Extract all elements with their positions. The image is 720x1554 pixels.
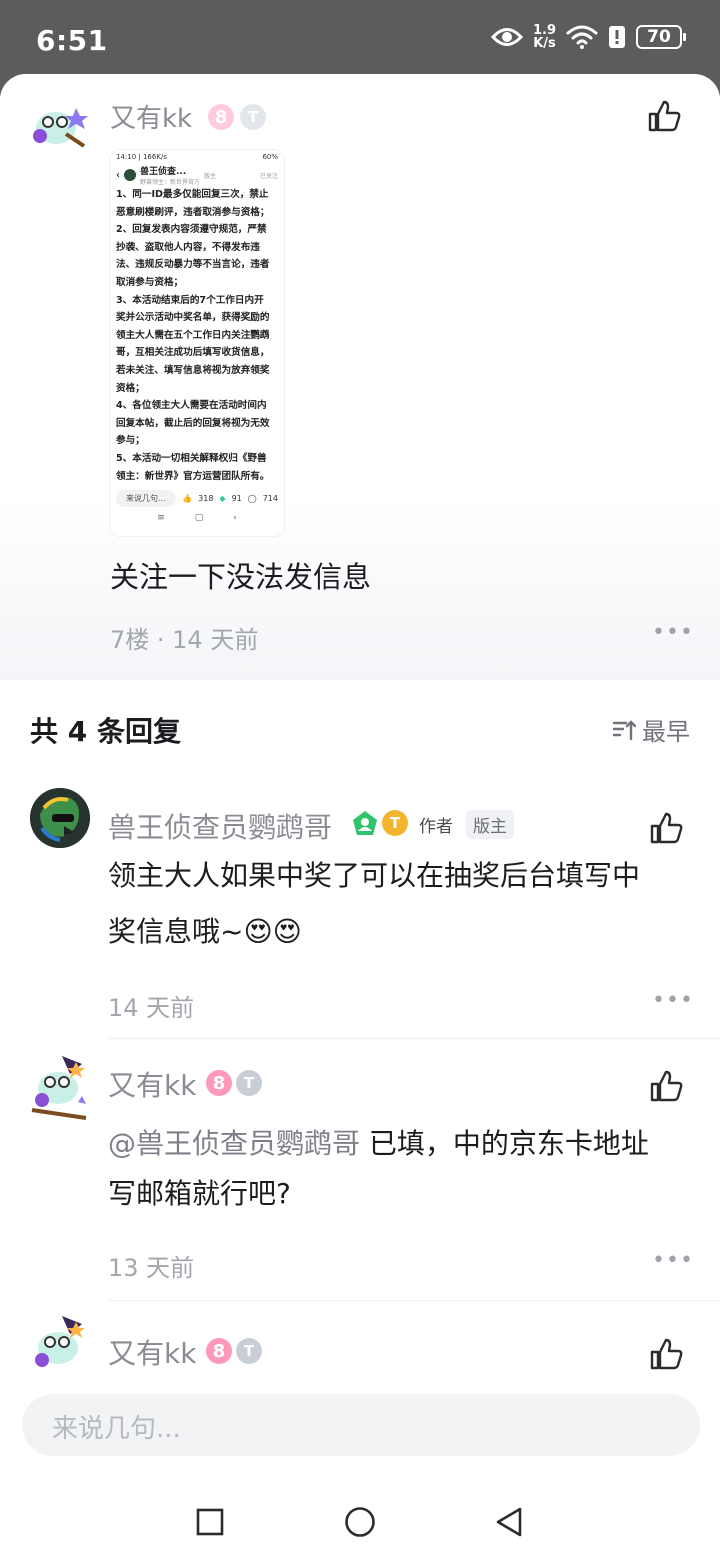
t-coin-gold-icon: T [382,810,408,836]
image-subtitle: 野兽领主：新世界官方 [140,179,201,186]
reply-avatar[interactable] [30,788,90,848]
post-author-avatar[interactable] [26,100,92,150]
image-home-icon: ▢ [194,513,204,523]
divider [108,1300,720,1301]
image-avatar [124,169,136,181]
reply-avatar[interactable] [26,1052,96,1122]
level-badge: 8 [206,1338,232,1364]
network-speed-unit: K/s [533,36,556,51]
sort-button[interactable]: 最早 [612,712,690,747]
t-coin-icon: T [236,1338,262,1364]
post-text: 关注一下没法发信息 [110,560,372,594]
status-icons: 1.9 K/s 70 [490,24,686,50]
reply-item: 兽王侦查员鹦鹉哥 T 作者 版主 领主大人如果中奖了可以在抽奖后台填写中 奖信息… [0,780,720,1038]
level-badge: 8 [206,1070,232,1096]
status-time: 6:51 [36,24,108,57]
battery-indicator: 70 [636,25,686,49]
sort-icon [612,719,636,740]
replies-count-title: 共 4 条回复 [30,715,181,748]
comment-input[interactable]: 来说几句... [22,1394,700,1456]
reply-meta: 14 天前 [108,994,195,1022]
reply-text-line-2: 奖信息哦~ [108,915,244,948]
reply-text-line-1: 领主大人如果中奖了可以在抽奖后台填写中 [108,859,641,892]
back-icon[interactable] [494,1506,524,1538]
like-icon[interactable] [648,1336,684,1372]
like-icon[interactable] [648,1068,684,1104]
system-nav-bar [0,1480,720,1554]
like-icon[interactable] [646,98,682,134]
alert-icon [609,26,625,48]
moderator-icon [353,811,377,835]
reply-sheet: 又有kk 8 T 14:10 | 166K/s 60% ‹ 兽王侦查... 野兽… [0,74,720,1554]
reply-avatar[interactable] [26,1312,96,1372]
like-icon[interactable] [648,810,684,846]
image-status-right: 60% [262,153,278,161]
divider [108,1038,720,1039]
reply-author-name[interactable]: 又有kk [108,1332,196,1372]
mention-link[interactable]: @兽王侦查员鹦鹉哥 [108,1127,360,1160]
image-likes: 318 [198,494,214,503]
image-gems: 91 [231,494,242,503]
recents-icon[interactable] [196,1508,224,1536]
image-like-icon: 👍 [182,494,193,503]
status-bar: 6:51 1.9 K/s 70 [0,0,720,82]
sort-label: 最早 [642,718,690,746]
network-speed: 1.9 K/s [533,24,556,50]
post-author-name[interactable]: 又有kk [110,98,192,135]
level-badge: 8 [208,104,234,130]
original-post: 又有kk 8 T 14:10 | 166K/s 60% ‹ 兽王侦查... 野兽… [0,74,720,680]
reply-text-line-1: 已填，中的京东卡地址 [368,1127,649,1160]
reply-item: 又有kk 8 T [0,1302,720,1372]
image-gem-icon: ◆ [219,494,226,503]
image-follow: 已关注 [259,172,278,180]
reply-author-name[interactable]: 兽王侦查员鹦鹉哥 [108,806,332,846]
post-more-icon[interactable]: ••• [652,620,694,645]
reply-meta: 13 天前 [108,1254,195,1282]
t-coin-icon: T [236,1070,262,1096]
home-icon[interactable] [344,1506,376,1538]
image-badge: 版主 [204,172,217,180]
image-comments: 714 [262,494,278,503]
reply-text: @兽王侦查员鹦鹉哥 已填，中的京东卡地址 写邮箱就行吧? [108,1116,698,1222]
image-comment-icon: ◯ [247,494,257,503]
image-menu-icon: ≡ [157,513,165,523]
reply-text: 领主大人如果中奖了可以在抽奖后台填写中 奖信息哦~😍😍 [108,848,688,960]
image-footer: 来说几句... 👍 318 ◆ 91 ◯ 714 [110,486,284,511]
post-meta: 7楼 · 14 天前 [110,626,259,654]
t-coin-icon: T [240,104,266,130]
image-header: ‹ 兽王侦查... 野兽领主：新世界官方 版主 已关注 [110,164,284,186]
reply-more-icon[interactable]: ••• [652,1248,694,1273]
author-tag: 作者 [412,810,460,839]
eye-icon [490,28,523,46]
reply-item: 又有kk 8 T @兽王侦查员鹦鹉哥 已填，中的京东卡地址 写邮箱就行吧? 13… [0,1040,720,1300]
reply-text-line-2: 写邮箱就行吧? [108,1177,291,1210]
image-back-nav-icon: ‹ [233,513,237,523]
reply-author-name[interactable]: 又有kk [108,1064,196,1104]
heart-eyes-emoji: 😍😍 [243,915,302,948]
image-input: 来说几句... [116,490,177,507]
image-back-icon: ‹ [116,169,120,181]
comment-composer: 来说几句... [0,1370,720,1480]
image-title: 兽王侦查... [140,167,187,177]
image-status-left: 14:10 | 166K/s [116,153,167,161]
image-nav: ≡ ▢ ‹ [110,513,284,523]
moderator-tag: 版主 [466,810,514,839]
image-body-text: 1、同一ID最多仅能回复三次，禁止 恶意刷楼刷评，违者取消参与资格； 2、回复发… [116,189,270,482]
reply-more-icon[interactable]: ••• [652,988,694,1013]
wifi-icon [566,25,598,49]
image-status-bar: 14:10 | 166K/s 60% [110,150,284,164]
post-image[interactable]: 14:10 | 166K/s 60% ‹ 兽王侦查... 野兽领主：新世界官方 … [110,150,284,536]
